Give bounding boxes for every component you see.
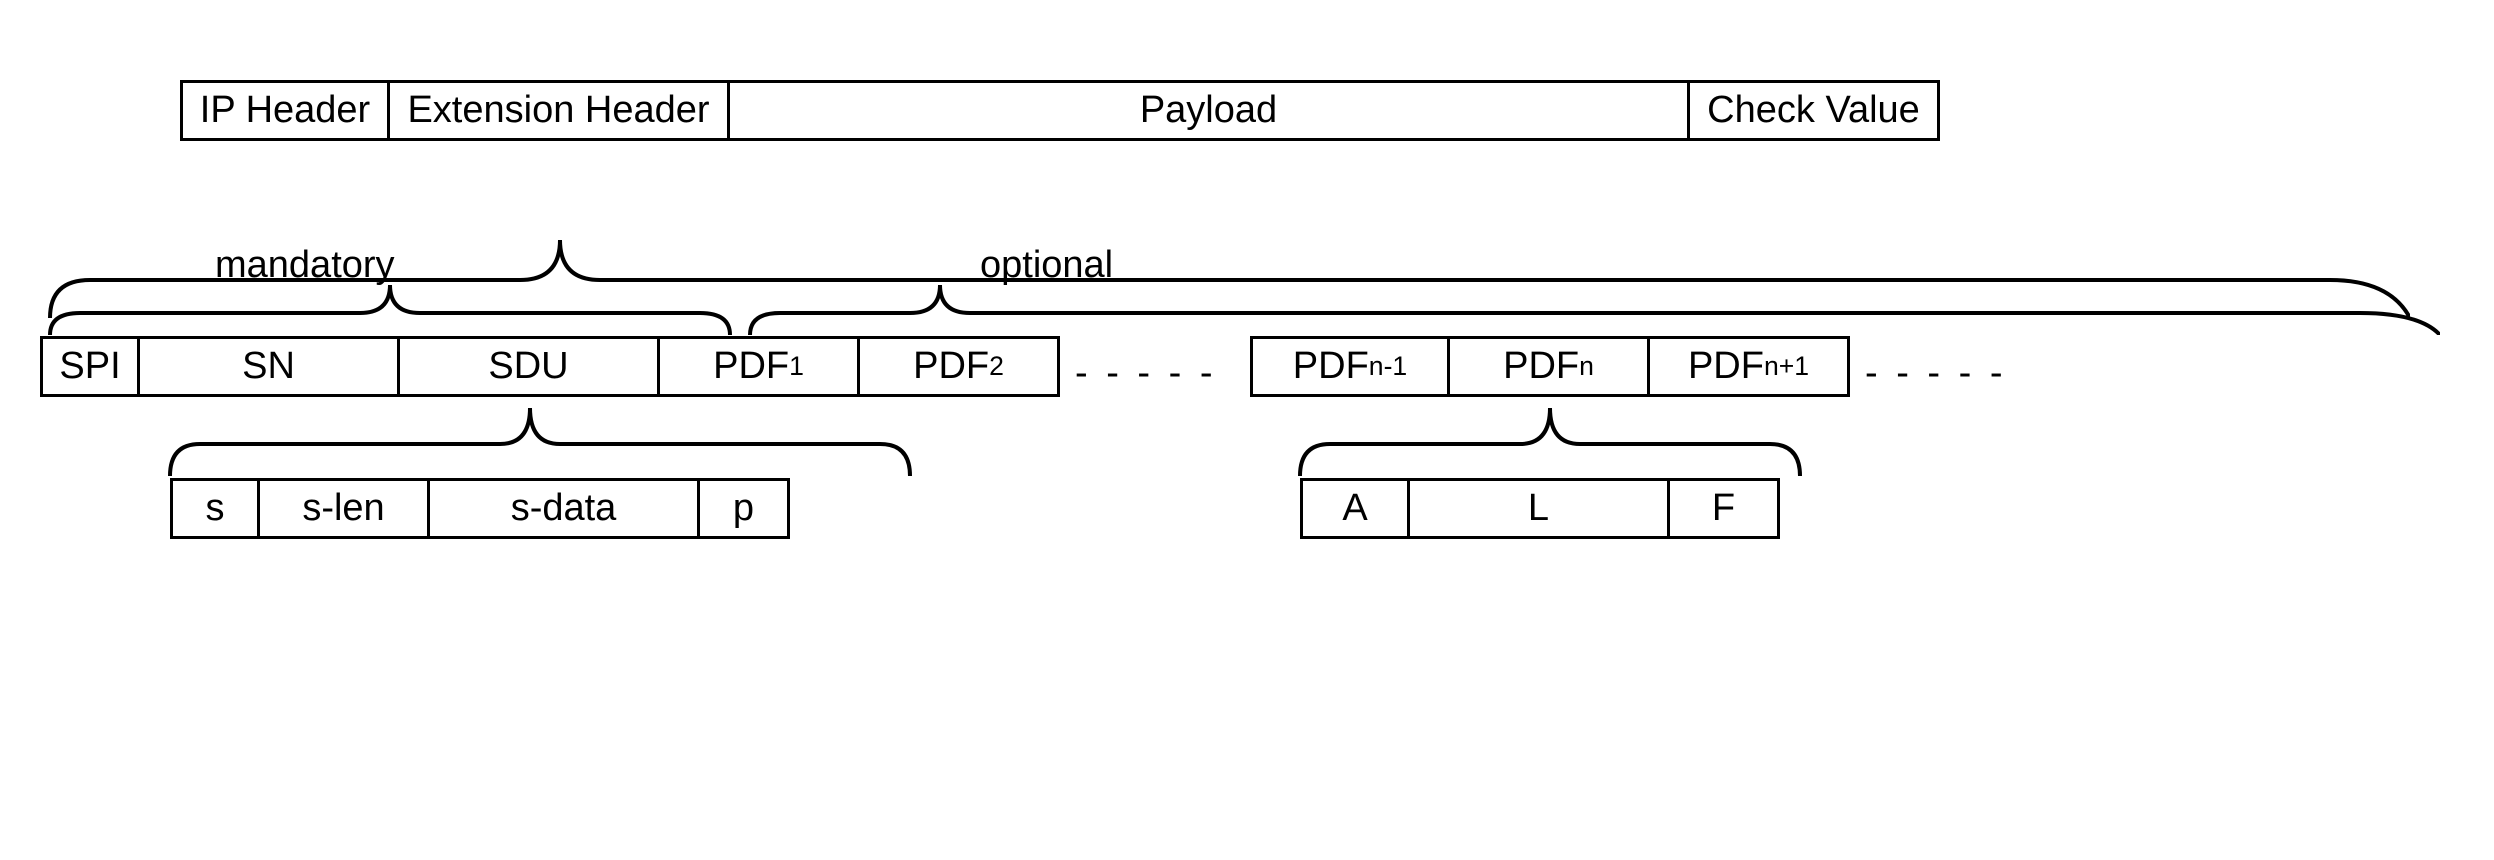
pdf2-field: PDF2 [860,336,1060,397]
pdfn-brace-icon [1290,398,1810,476]
dashes-1: - - - - - [1075,352,1217,395]
check-value-field: Check Value [1690,80,1940,141]
pdfn-row: A L F [1300,478,1780,539]
payload-field: Payload [730,80,1690,141]
sdu-row: s s-len s-data p [170,478,790,539]
sdu-brace-icon [160,398,920,476]
packet-row: IP Header Extension Header Payload Check… [180,80,1940,141]
optional-label: optional [980,244,1113,287]
f-field: F [1670,478,1780,539]
pdfn-field: PDFn [1450,336,1650,397]
sdu-field: SDU [400,336,660,397]
s-len-field: s-len [260,478,430,539]
pdfn+1-field: PDFn+1 [1650,336,1850,397]
sn-field: SN [140,336,400,397]
mandatory-label: mandatory [215,244,395,287]
s-field: s [170,478,260,539]
pdf1-field: PDF1 [660,336,860,397]
spi-field: SPI [40,336,140,397]
pdfn-1-field: PDFn-1 [1250,336,1450,397]
a-field: A [1300,478,1410,539]
ext-fields-row-a: SPI SN SDU PDF1 PDF2 [40,336,1060,397]
packet-diagram: IP Header Extension Header Payload Check… [40,80,2454,780]
ip-header-field: IP Header [180,80,390,141]
ext-fields-row-b: PDFn-1 PDFn PDFn+1 [1250,336,1850,397]
s-data-field: s-data [430,478,700,539]
dashes-2: - - - - - [1865,352,2007,395]
extension-header-field: Extension Header [390,80,730,141]
p-field: p [700,478,790,539]
l-field: L [1410,478,1670,539]
